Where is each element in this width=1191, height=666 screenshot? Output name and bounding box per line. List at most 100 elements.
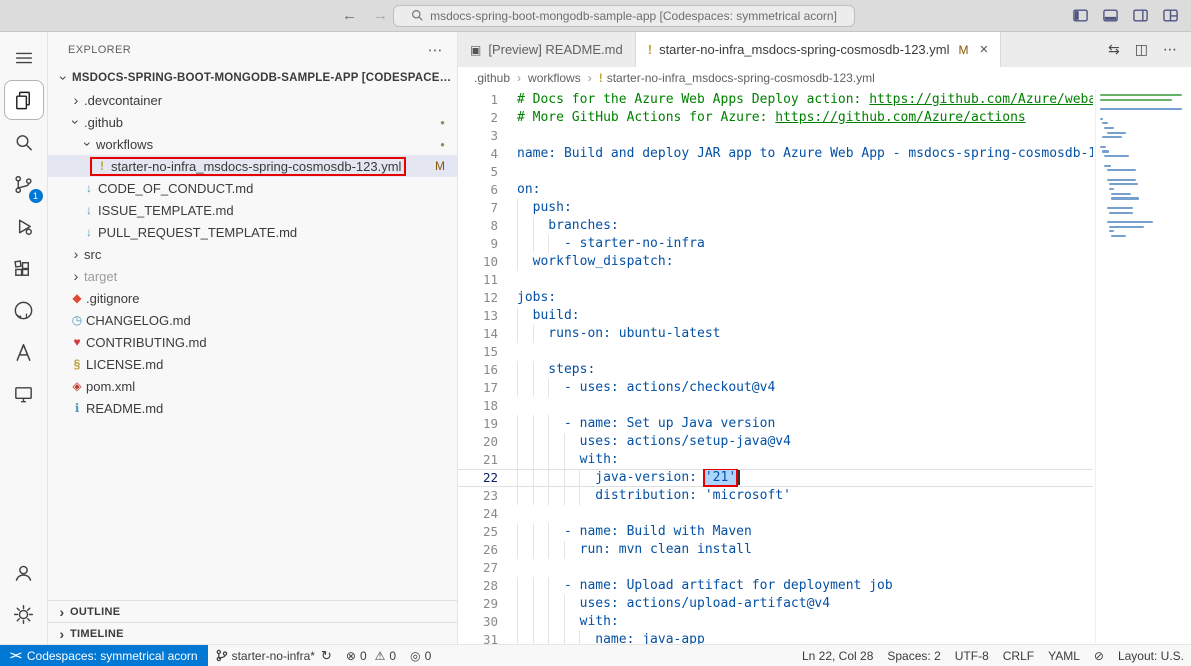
- tree-item-target[interactable]: ›target: [48, 265, 457, 287]
- code-line-5[interactable]: 5: [458, 163, 1093, 181]
- code-line-26[interactable]: 26 run: mvn clean install: [458, 541, 1093, 559]
- sidebar-item-run-debug[interactable]: [4, 206, 44, 246]
- cursor-position[interactable]: Ln 22, Col 28: [795, 645, 880, 666]
- tree-item-src[interactable]: ›src: [48, 243, 457, 265]
- tree-item-contributing[interactable]: ♥CONTRIBUTING.md: [48, 331, 457, 353]
- code-line-2[interactable]: 2# More GitHub Actions for Azure: https:…: [458, 109, 1093, 127]
- tree-item-code-of-conduct[interactable]: ↓CODE_OF_CONDUCT.md: [48, 177, 457, 199]
- menu-button[interactable]: [4, 38, 44, 78]
- tab-readme-preview[interactable]: ▣ [Preview] README.md: [458, 32, 636, 67]
- notifications-bell[interactable]: ⊘: [1087, 645, 1111, 666]
- code-line-28[interactable]: 28 - name: Upload artifact for deploymen…: [458, 577, 1093, 595]
- code-line-11[interactable]: 11: [458, 271, 1093, 289]
- tree-item-github[interactable]: ›.github●: [48, 111, 457, 133]
- split-editor-icon[interactable]: ◫: [1135, 41, 1148, 58]
- editor-more-actions-icon[interactable]: ⋯: [1163, 41, 1177, 58]
- sidebar-item-github[interactable]: [4, 290, 44, 330]
- sidebar-item-explorer[interactable]: [4, 80, 44, 120]
- tree-item-issue-template[interactable]: ↓ISSUE_TEMPLATE.md: [48, 199, 457, 221]
- tree-item-pom[interactable]: ◈pom.xml: [48, 375, 457, 397]
- sidebar-item-remote-explorer[interactable]: [4, 374, 44, 414]
- language-mode[interactable]: YAML: [1041, 645, 1087, 666]
- encoding-setting[interactable]: UTF-8: [948, 645, 996, 666]
- code-line-10[interactable]: 10 workflow_dispatch:: [458, 253, 1093, 271]
- ports-indicator[interactable]: ◎ 0: [403, 645, 438, 666]
- code-line-18[interactable]: 18: [458, 397, 1093, 415]
- settings-gear-button[interactable]: [4, 594, 44, 634]
- code-line-14[interactable]: 14 runs-on: ubuntu-latest: [458, 325, 1093, 343]
- customize-layout-icon[interactable]: [1162, 7, 1179, 24]
- minimap-line: [1109, 188, 1115, 190]
- account-button[interactable]: [4, 552, 44, 592]
- minimap[interactable]: [1095, 89, 1191, 644]
- sync-icon[interactable]: ↻: [321, 648, 332, 664]
- remote-indicator[interactable]: >< Codespaces: symmetrical acorn: [0, 645, 208, 666]
- open-changes-icon[interactable]: ⇆: [1108, 41, 1120, 58]
- toggle-panel-icon[interactable]: [1102, 7, 1119, 24]
- code-line-13[interactable]: 13 build:: [458, 307, 1093, 325]
- markdown-icon: ↓: [80, 181, 98, 195]
- code-editor[interactable]: 1# Docs for the Azure Web Apps Deploy ac…: [458, 89, 1191, 644]
- github-icon: [12, 299, 35, 322]
- indentation-setting[interactable]: Spaces: 2: [880, 645, 947, 666]
- code-line-23[interactable]: 23 distribution: 'microsoft': [458, 487, 1093, 505]
- tree-item-license[interactable]: §LICENSE.md: [48, 353, 457, 375]
- code-line-24[interactable]: 24: [458, 505, 1093, 523]
- code-line-25[interactable]: 25 - name: Build with Maven: [458, 523, 1093, 541]
- back-button[interactable]: ←: [342, 7, 357, 24]
- sidebar-item-extensions[interactable]: [4, 248, 44, 288]
- keyboard-layout[interactable]: Layout: U.S.: [1111, 645, 1191, 666]
- line-content: [517, 397, 1093, 415]
- indent-guide: [548, 415, 549, 433]
- code-line-7[interactable]: 7 push:: [458, 199, 1093, 217]
- tree-item-devcontainer[interactable]: ›.devcontainer: [48, 89, 457, 111]
- tree-item-root[interactable]: ›MSDOCS-SPRING-BOOT-MONGODB-SAMPLE-APP […: [48, 67, 457, 89]
- code-line-29[interactable]: 29 uses: actions/upload-artifact@v4: [458, 595, 1093, 613]
- code-line-6[interactable]: 6on:: [458, 181, 1093, 199]
- code-line-9[interactable]: 9 - starter-no-infra: [458, 235, 1093, 253]
- code-line-3[interactable]: 3: [458, 127, 1093, 145]
- sidebar-item-search[interactable]: [4, 122, 44, 162]
- close-icon[interactable]: ×: [980, 41, 989, 58]
- tree-item-changelog[interactable]: ◷CHANGELOG.md: [48, 309, 457, 331]
- sidebar-item-azure[interactable]: [4, 332, 44, 372]
- tree-item-readme[interactable]: ℹREADME.md: [48, 397, 457, 419]
- code-line-19[interactable]: 19 - name: Set up Java version: [458, 415, 1093, 433]
- sidebar-item-source-control[interactable]: 1: [4, 164, 44, 204]
- breadcrumb-item[interactable]: !starter-no-infra_msdocs-spring-cosmosdb…: [599, 71, 875, 85]
- breadcrumb-item[interactable]: workflows: [528, 71, 581, 85]
- code-line-30[interactable]: 30 with:: [458, 613, 1093, 631]
- code-line-22[interactable]: 22 java-version: '21': [458, 469, 1093, 487]
- forward-button[interactable]: →: [373, 7, 388, 24]
- code-line-12[interactable]: 12jobs:: [458, 289, 1093, 307]
- code-line-27[interactable]: 27: [458, 559, 1093, 577]
- code-line-8[interactable]: 8 branches:: [458, 217, 1093, 235]
- problems-indicator[interactable]: ⊗ 0 ⚠ 0: [339, 645, 403, 666]
- outline-panel-header[interactable]: › OUTLINE: [48, 600, 457, 622]
- code-line-4[interactable]: 4name: Build and deploy JAR app to Azure…: [458, 145, 1093, 163]
- breadcrumb-item[interactable]: .github: [474, 71, 510, 85]
- command-center-search[interactable]: msdocs-spring-boot-mongodb-sample-app [C…: [393, 5, 855, 27]
- tab-workflow-yml[interactable]: ! starter-no-infra_msdocs-spring-cosmosd…: [636, 32, 1002, 67]
- indent-guide: [533, 451, 534, 469]
- code-line-20[interactable]: 20 uses: actions/setup-java@v4: [458, 433, 1093, 451]
- code-line-16[interactable]: 16 steps:: [458, 361, 1093, 379]
- eol-setting[interactable]: CRLF: [996, 645, 1041, 666]
- tree-item-workflow-yml[interactable]: !starter-no-infra_msdocs-spring-cosmosdb…: [48, 155, 457, 177]
- branch-indicator[interactable]: starter-no-infra* ↻: [208, 645, 339, 666]
- explorer-more-actions-icon[interactable]: ⋯: [428, 41, 443, 59]
- code-line-17[interactable]: 17 - uses: actions/checkout@v4: [458, 379, 1093, 397]
- code-line-31[interactable]: 31 name: java-app: [458, 631, 1093, 644]
- toggle-sidebar-icon[interactable]: [1072, 7, 1089, 24]
- tree-item-gitignore[interactable]: ◆.gitignore: [48, 287, 457, 309]
- toggle-secondary-sidebar-icon[interactable]: [1132, 7, 1149, 24]
- indent-guide: [517, 523, 518, 541]
- indent-guide: [548, 541, 549, 559]
- code-line-1[interactable]: 1# Docs for the Azure Web Apps Deploy ac…: [458, 91, 1093, 109]
- timeline-panel-header[interactable]: › TIMELINE: [48, 622, 457, 644]
- tree-item-workflows[interactable]: ›workflows●: [48, 133, 457, 155]
- code-line-15[interactable]: 15: [458, 343, 1093, 361]
- tree-item-label: src: [84, 247, 101, 262]
- code-line-21[interactable]: 21 with:: [458, 451, 1093, 469]
- tree-item-pull-request-template[interactable]: ↓PULL_REQUEST_TEMPLATE.md: [48, 221, 457, 243]
